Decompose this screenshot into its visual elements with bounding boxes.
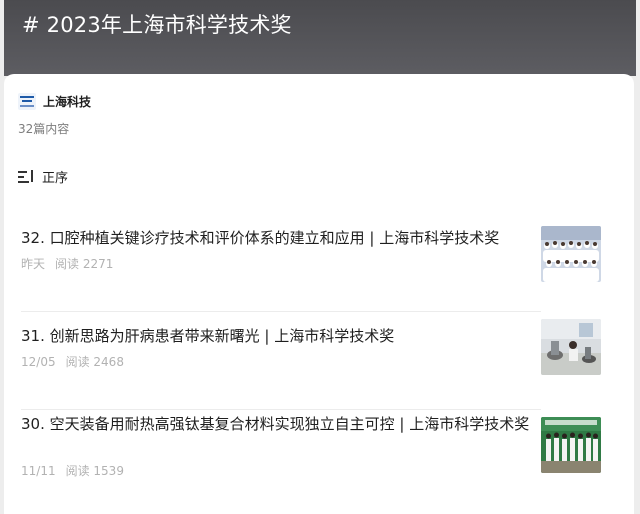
sort-icon xyxy=(18,170,33,183)
article-date: 昨天 xyxy=(21,257,46,271)
article-meta: 昨天 阅读 2271 xyxy=(21,255,113,272)
article-date: 11/11 xyxy=(21,464,56,478)
article-title[interactable]: 31. 创新思路为肝病患者带来新曙光 | 上海市科学技术奖 xyxy=(21,326,541,347)
article-item[interactable]: 30. 空天装备用耐热高强钛基复合材料实现独立自主可控 | 上海市科学技术奖 1… xyxy=(21,400,617,498)
page-title: # 2023年上海市科学技术奖 xyxy=(22,13,292,37)
content-card: 上海科技 32篇内容 正序 32. 口腔种植关键诊疗技术和评价体系的建立和应用 … xyxy=(4,74,634,514)
article-meta: 11/11 阅读 1539 xyxy=(21,462,124,479)
sort-label[interactable]: 正序 xyxy=(42,167,68,186)
sort-toggle[interactable]: 正序 xyxy=(18,167,68,186)
article-date: 12/05 xyxy=(21,355,56,369)
article-title[interactable]: 30. 空天装备用耐热高强钛基复合材料实现独立自主可控 | 上海市科学技术奖 xyxy=(21,414,541,435)
article-reads: 阅读 2271 xyxy=(55,257,114,271)
article-reads: 阅读 2468 xyxy=(65,355,124,369)
article-title[interactable]: 32. 口腔种植关键诊疗技术和评价体系的建立和应用 | 上海市科学技术奖 xyxy=(21,228,541,249)
article-thumbnail[interactable] xyxy=(541,417,601,473)
page-header: # 2023年上海市科学技术奖 xyxy=(4,0,636,76)
article-count: 32篇内容 xyxy=(18,122,70,136)
account-name[interactable]: 上海科技 xyxy=(43,93,91,110)
article-reads: 阅读 1539 xyxy=(65,464,124,478)
article-meta: 12/05 阅读 2468 xyxy=(21,353,124,370)
article-item[interactable]: 31. 创新思路为肝病患者带来新曙光 | 上海市科学技术奖 12/05 阅读 24… xyxy=(21,312,617,410)
article-thumbnail[interactable] xyxy=(541,226,601,282)
account-logo-icon xyxy=(18,93,36,110)
account-link[interactable]: 上海科技 xyxy=(18,93,91,110)
article-item[interactable]: 32. 口腔种植关键诊疗技术和评价体系的建立和应用 | 上海市科学技术奖 昨天阅… xyxy=(21,214,617,312)
article-thumbnail[interactable] xyxy=(541,319,601,375)
